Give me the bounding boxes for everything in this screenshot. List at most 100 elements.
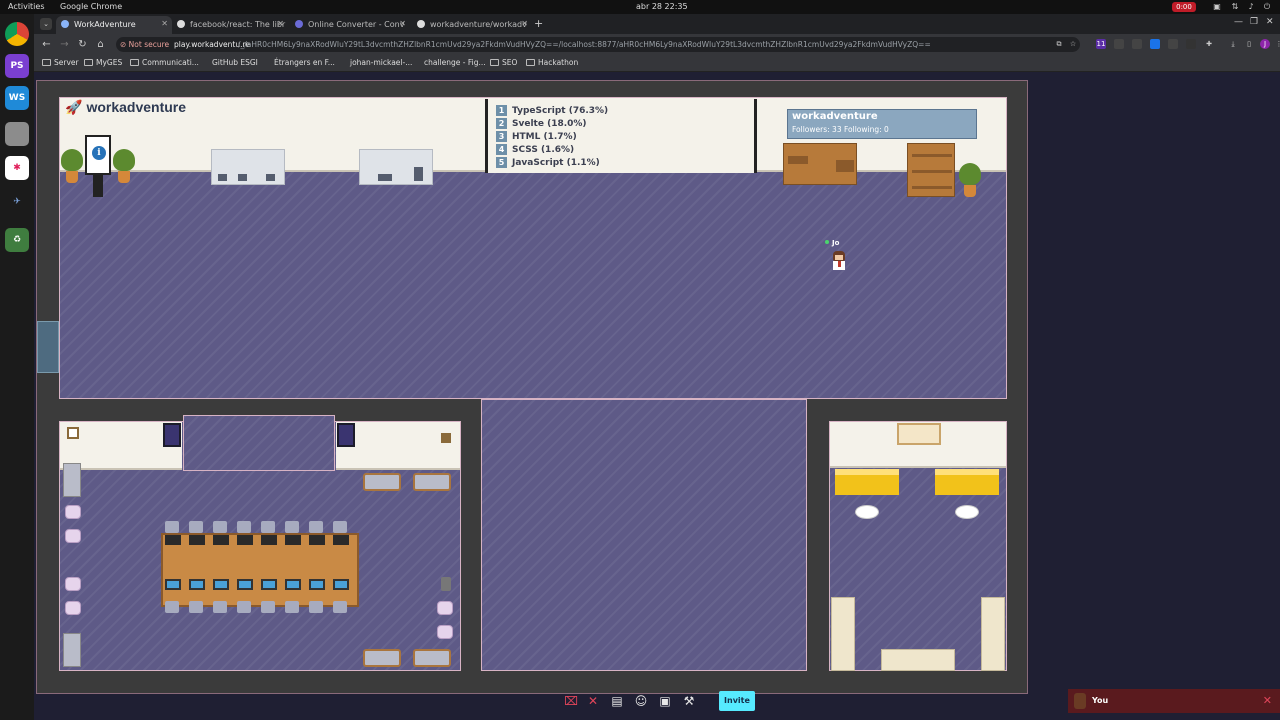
home-icon[interactable]: ⌂ — [94, 38, 107, 51]
bookmark-label: Étrangers en F... — [274, 58, 335, 67]
screenshot-icon[interactable]: ▣ — [1212, 2, 1222, 12]
maximize-icon[interactable]: ❐ — [1250, 17, 1258, 27]
extension-icon[interactable] — [1186, 39, 1196, 49]
profile-avatar[interactable]: J — [1260, 39, 1270, 49]
not-secure-label[interactable]: ⊘ Not secure — [120, 37, 169, 52]
armchair — [413, 473, 451, 491]
chrome-icon[interactable] — [5, 22, 29, 46]
phpstorm-icon[interactable]: PS — [5, 54, 29, 78]
bag-icon — [441, 433, 451, 443]
side-panel-icon[interactable]: ▯ — [1244, 39, 1254, 49]
player-avatar[interactable]: Jo — [825, 239, 851, 279]
pink-chair — [65, 529, 81, 543]
office-chair — [333, 601, 347, 613]
monitor-screen — [309, 579, 325, 590]
invite-button[interactable]: Invite — [719, 691, 755, 711]
camera-off-icon[interactable]: ⌧ — [562, 692, 580, 710]
armchair — [363, 649, 401, 667]
office-chair — [261, 521, 275, 533]
bookmark-challenge[interactable]: challenge - Fig... — [424, 58, 486, 67]
tab-strip: ⌄ WorkAdventure ✕ facebook/react: The li… — [34, 14, 1280, 34]
emoji-icon[interactable]: ☺ — [632, 692, 650, 710]
language-item: 2 Svelte (18.0%) — [496, 118, 587, 129]
pink-chair — [65, 577, 81, 591]
office-chair — [165, 601, 179, 613]
bookmark-hackathon[interactable]: Hackathon — [526, 58, 578, 67]
tab-react[interactable]: facebook/react: The libr ✕ — [172, 16, 288, 34]
bookmark-github-esgi[interactable]: GitHub ESGI — [212, 58, 258, 67]
info-kiosk[interactable]: i — [85, 135, 111, 199]
reload-icon[interactable]: ↻ — [76, 38, 89, 51]
bookmark-star-icon[interactable]: ☆ — [1068, 39, 1078, 49]
bookmark-seo[interactable]: SEO — [490, 58, 517, 67]
close-tab-icon[interactable]: ✕ — [399, 19, 406, 28]
tab-workadventure[interactable]: WorkAdventure ✕ — [56, 16, 172, 34]
bookmark-johan[interactable]: johan-mickael-... — [350, 58, 412, 67]
close-tab-icon[interactable]: ✕ — [161, 19, 168, 28]
workadventure-logo: 🚀 workadventure — [65, 99, 186, 116]
monitor-screen — [261, 579, 277, 590]
bookmark-label: challenge - Fig... — [424, 58, 486, 67]
extensions-puzzle-icon[interactable]: ✚ — [1204, 39, 1214, 49]
tab-label: Online Converter - Conv — [308, 20, 405, 29]
tab-search-icon[interactable]: ⌄ — [40, 18, 52, 30]
menu-kebab-icon[interactable]: ⋮ — [1274, 39, 1280, 49]
network-icon[interactable]: ⇅ — [1230, 2, 1240, 12]
webstorm-icon[interactable]: WS — [5, 86, 29, 110]
minimize-icon[interactable]: — — [1234, 17, 1243, 27]
bookmark-myges[interactable]: MyGES — [84, 58, 122, 67]
tab-workadventure-repo[interactable]: workadventure/workadv ✕ — [412, 16, 532, 34]
volume-icon[interactable]: ♪ — [1246, 2, 1256, 12]
bookmark-communication[interactable]: Communicati... — [130, 58, 199, 67]
recording-indicator[interactable]: 0:00 — [1172, 2, 1196, 12]
app-menu[interactable]: Google Chrome — [60, 2, 122, 11]
new-tab-button[interactable]: + — [534, 17, 543, 30]
extension-icon[interactable] — [1114, 39, 1124, 49]
cream-sofa — [981, 597, 1005, 671]
slack-icon[interactable]: ✱ — [5, 156, 29, 180]
address-bar[interactable]: ⊘ Not secure play.workadventu.re /_/aHR0… — [116, 37, 1080, 52]
self-video-card[interactable]: You ✕ — [1068, 689, 1280, 713]
extension-icon[interactable] — [1168, 39, 1178, 49]
chat-icon[interactable]: ▤ — [608, 692, 626, 710]
yellow-sofa — [935, 469, 999, 495]
forward-icon[interactable]: → — [58, 38, 71, 51]
info-icon: i — [92, 146, 106, 160]
download-icon[interactable]: ⤓ — [1228, 39, 1238, 49]
monitor-back — [189, 535, 205, 545]
office-map[interactable]: 🚀 workadventure i 1 TypeScript (76.3%) 2 Sv… — [36, 80, 1028, 694]
files-icon[interactable] — [5, 122, 29, 146]
activities-button[interactable]: Activities — [8, 2, 45, 11]
pink-chair — [65, 601, 81, 615]
side-door[interactable] — [37, 321, 59, 373]
office-chair — [213, 521, 227, 533]
extension-icon[interactable] — [1132, 39, 1142, 49]
cast-icon[interactable]: ⧉ — [1054, 39, 1064, 49]
tools-icon[interactable]: ⚒ — [680, 692, 698, 710]
bookshelf — [907, 143, 955, 197]
cream-sofa — [881, 649, 955, 671]
office-chair — [285, 601, 299, 613]
lounge-picture — [897, 423, 941, 445]
close-tab-icon[interactable]: ✕ — [277, 19, 284, 28]
trash-icon[interactable]: ♻ — [5, 228, 29, 252]
extension-icon[interactable] — [1150, 39, 1160, 49]
power-icon[interactable]: ⏻ — [1262, 2, 1272, 12]
clock[interactable]: abr 28 22:35 — [636, 2, 688, 11]
back-icon[interactable]: ← — [40, 38, 53, 51]
round-table — [955, 505, 979, 519]
tab-converter[interactable]: Online Converter - Conv ✕ — [290, 16, 410, 34]
monitor-screen — [189, 579, 205, 590]
satellite-icon[interactable]: ✈ — [5, 190, 29, 214]
bookmark-server[interactable]: Server — [42, 58, 79, 67]
corridor-floor[interactable] — [481, 399, 807, 671]
close-tab-icon[interactable]: ✕ — [521, 19, 528, 28]
computer-desk — [359, 149, 433, 185]
player-sprite — [831, 251, 847, 273]
layout-icon[interactable]: ▣ — [656, 692, 674, 710]
close-window-icon[interactable]: ✕ — [1266, 17, 1274, 27]
game-canvas[interactable]: 🚀 workadventure i 1 TypeScript (76.3%) 2 Sv… — [34, 72, 1280, 720]
bookmark-etrangers[interactable]: Étrangers en F... — [274, 58, 335, 67]
microphone-off-icon[interactable]: ✕ — [584, 692, 602, 710]
extension-badge-icon[interactable]: 11 — [1096, 39, 1106, 49]
